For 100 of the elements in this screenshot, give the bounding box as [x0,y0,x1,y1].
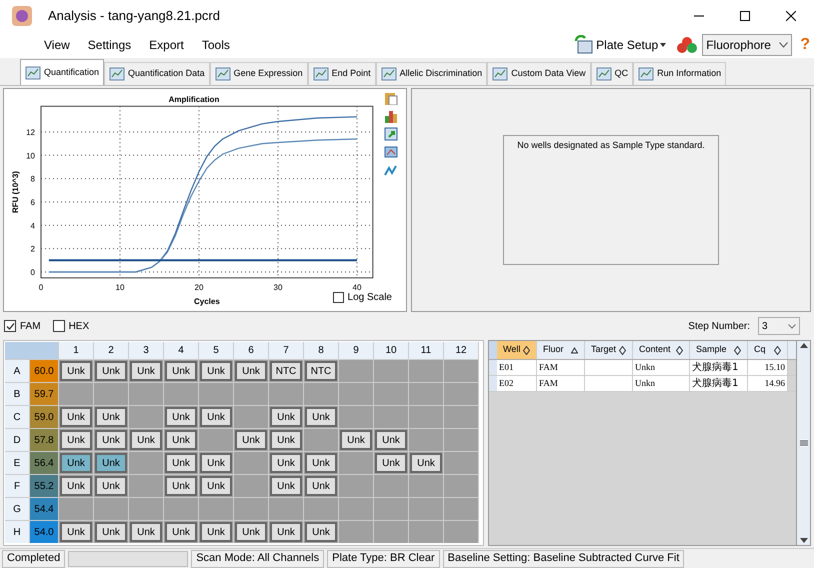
well-button[interactable]: Unk [200,476,232,496]
well-button[interactable]: Unk [270,476,302,496]
tab[interactable]: Run Information [633,62,726,85]
table-cell: 犬腺病毒1 [690,376,748,391]
well-button[interactable]: Unk [305,453,337,473]
table-cell: E01 [497,360,537,375]
well-button[interactable]: Unk [165,407,197,427]
clipboard-icon[interactable] [384,91,398,105]
balls-icon[interactable] [676,35,698,55]
well-button[interactable]: Unk [305,476,337,496]
well-button[interactable]: Unk [410,453,442,473]
table-cell: FAM [537,360,585,375]
temperature-cell: 59.7 [30,383,58,405]
chart-image-icon[interactable] [384,145,398,159]
well-button[interactable]: NTC [270,361,302,381]
chevron-icon [788,324,796,328]
well-button[interactable]: Unk [235,522,267,542]
well-button[interactable]: Unk [95,476,127,496]
menu-item[interactable]: Export [149,36,184,54]
well-button[interactable]: Unk [270,453,302,473]
tab[interactable]: Custom Data View [487,62,591,85]
menu-item[interactable]: Tools [202,36,230,54]
fluor-checkbox[interactable] [52,320,65,332]
well-button[interactable]: Unk [60,361,92,381]
well-button[interactable]: NTC [305,361,337,381]
tab[interactable]: Quantification [20,59,104,85]
well-button[interactable]: Unk [270,522,302,542]
tab[interactable]: QC [590,62,634,85]
bar-chart-icon[interactable] [384,109,398,123]
well-button[interactable]: Unk [130,430,162,450]
column-header: 11 [409,342,443,359]
well-button[interactable]: Unk [165,453,197,473]
well-button[interactable]: Unk [95,361,127,381]
menu-item[interactable]: Settings [88,36,132,54]
step-number-dropdown[interactable]: 3 [758,317,800,335]
tab[interactable]: Quantification Data [104,62,210,85]
x-tick-label: 0 [38,282,44,292]
well-button[interactable]: Unk [305,407,337,427]
well-button[interactable]: Unk [95,522,127,542]
well-button[interactable]: Unk [60,476,92,496]
fluor-checkbox[interactable] [4,320,16,332]
row-header: D [5,429,29,451]
well-button[interactable]: Unk [165,430,197,450]
well-button[interactable]: Unk [375,430,407,450]
well-button[interactable]: Unk [165,476,197,496]
temperature-cell: 57.8 [30,429,58,451]
vertical-scrollbar[interactable] [796,341,810,545]
well-button[interactable]: Unk [200,407,232,427]
well-button[interactable]: Unk [95,453,127,473]
y-axis-title: RFU (10^3) [11,171,20,214]
well-button[interactable]: Unk [165,522,197,542]
export-icon[interactable] [384,127,398,141]
well-button[interactable]: Unk [130,361,162,381]
scroll-up-icon[interactable] [798,341,808,351]
well-button[interactable]: Unk [200,522,232,542]
well-button[interactable]: Unk [60,407,92,427]
well-button[interactable]: Unk [235,361,267,381]
column-header[interactable]: Well [497,341,537,359]
well-button[interactable]: Unk [270,430,302,450]
tab[interactable]: Gene Expression [210,62,308,85]
well-button[interactable]: Unk [165,361,197,381]
scroll-down-icon[interactable] [798,535,808,545]
window-title: Analysis - tang-yang8.21.pcrd [48,7,220,26]
temperature-cell: 59.0 [30,406,58,428]
well-button[interactable]: Unk [60,430,92,450]
well-button[interactable]: Unk [305,522,337,542]
plate-setup-button[interactable]: Plate Setup [572,33,668,57]
well-button[interactable]: Unk [60,522,92,542]
well-button[interactable]: Unk [270,407,302,427]
line-chart-icon[interactable] [384,163,398,177]
well-button[interactable]: Unk [60,453,92,473]
well-button[interactable]: Unk [130,522,162,542]
log-scale-checkbox[interactable] [332,292,344,303]
row-header: H [5,521,29,543]
well-button[interactable]: Unk [235,430,267,450]
temperature-cell: 60.0 [30,360,58,382]
column-header: 2 [94,342,128,359]
check-icon [6,322,14,330]
tab-icon [214,67,231,81]
table-cell: 15.10 [748,360,788,375]
table-cell: 犬腺病毒1 [690,360,748,375]
y-tick-label: 8 [30,174,35,184]
table-cell: Unkn [633,360,690,375]
x-tick-label: 10 [116,282,124,292]
menu-item[interactable]: View [44,36,70,54]
tab[interactable]: Allelic Discrimination [376,62,488,85]
fluorophore-dropdown[interactable]: Fluorophore [702,34,792,56]
well-button[interactable]: Unk [200,361,232,381]
plate-corner [5,342,58,359]
well-button[interactable]: Unk [95,430,127,450]
well-button[interactable]: Unk [340,430,372,450]
well-button[interactable]: Unk [95,407,127,427]
fluor-label: HEX [68,320,90,334]
well-button[interactable]: Unk [200,453,232,473]
tab[interactable]: End Point [308,62,376,85]
plate-grid-icon [574,35,594,55]
well-button[interactable]: Unk [375,453,407,473]
row-header-corner [489,341,497,359]
column-header: 1 [59,342,93,359]
column-header: 12 [444,342,478,359]
